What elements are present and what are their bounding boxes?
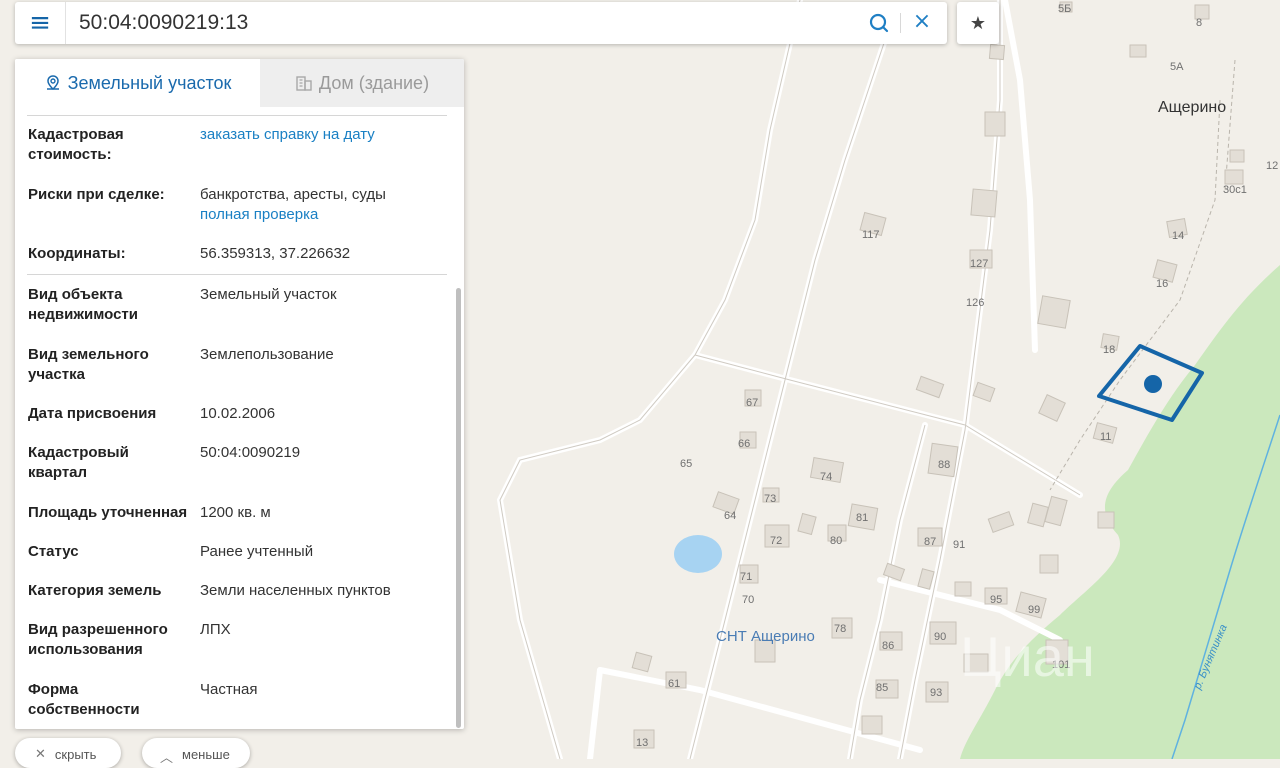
house-number-label: 95 [990, 594, 1002, 606]
house-number-label: 78 [834, 623, 846, 635]
property-panel: Земельный участок Дом (здание) Кадастров… [15, 59, 464, 729]
detail-label: Категория земель [28, 582, 162, 599]
house-number-label: 126 [966, 297, 984, 309]
detail-value: Земельный участок [200, 286, 337, 303]
house-number-label: 127 [970, 258, 988, 270]
risks-text: банкротства, аресты, суды [200, 186, 386, 203]
chevron-up-icon: ︿ [160, 751, 174, 766]
house-number-label: 80 [830, 535, 842, 547]
house-number-label: 81 [856, 512, 868, 524]
star-icon[interactable]: ★ [957, 2, 999, 44]
house-number-label: 8 [1196, 17, 1202, 29]
search-icon[interactable] [867, 11, 891, 35]
detail-label: Кадастровый квартал [28, 444, 129, 481]
house-number-label: 74 [820, 471, 832, 483]
detail-label: Статус [28, 543, 79, 560]
tab-land-plot-label: Земельный участок [67, 72, 232, 93]
tab-bar: Земельный участок Дом (здание) [15, 59, 464, 107]
house-number-label: 91 [953, 539, 965, 551]
house-number-label: 85 [876, 682, 888, 694]
hamburger-menu-icon[interactable]: ≡ [15, 2, 66, 44]
snt-label: СНТ Ащерино [716, 628, 815, 645]
detail-label: Площадь уточненная [28, 504, 188, 521]
house-number-label: 70 [742, 594, 754, 606]
order-certificate-link[interactable]: заказать справку на дату [200, 125, 450, 145]
detail-label: Вид объекта недвижимости [28, 286, 138, 323]
less-button-label: меньше [182, 747, 230, 762]
house-number-label: 66 [738, 438, 750, 450]
less-button[interactable]: ︿ меньше [142, 738, 250, 768]
map-pin-icon [46, 75, 59, 91]
house-number-label: 5А [1170, 61, 1184, 73]
detail-value: ЛПХ [200, 621, 231, 638]
detail-label: Кадастровая стоимость: [28, 126, 124, 163]
house-number-label: 61 [668, 678, 680, 690]
detail-label: Дата присвоения [28, 405, 157, 422]
search-input[interactable] [79, 9, 849, 37]
house-number-label: 87 [924, 536, 936, 548]
building-icon [296, 76, 312, 91]
detail-label: Координаты: [28, 245, 126, 262]
house-number-label: 117 [862, 229, 880, 241]
house-number-label: 71 [740, 571, 752, 583]
close-icon: ✕ [35, 747, 46, 762]
detail-value: 56.359313, 37.226632 [200, 245, 351, 262]
house-number-label: 5Б [1058, 3, 1071, 15]
search-bar: ≡ × [15, 2, 947, 44]
pond [674, 535, 722, 573]
detail-value: 1200 кв. м [200, 504, 271, 521]
detail-value: Частная [200, 681, 258, 698]
tab-house-label: Дом (здание) [318, 72, 430, 93]
detail-value: банкротства, аресты, суды полная проверк… [200, 185, 450, 225]
house-number-label: 30с1 [1223, 184, 1247, 196]
house-number-label: 16 [1156, 278, 1168, 290]
house-number-label: 65 [680, 458, 692, 470]
detail-value: 10.02.2006 [200, 405, 276, 422]
house-number-label: 12 [1266, 160, 1278, 172]
selected-plot-marker [1144, 375, 1162, 393]
house-number-label: 14 [1172, 230, 1184, 242]
divider [27, 115, 447, 116]
scrollbar[interactable] [456, 288, 461, 728]
village-label: Ащерино [1158, 99, 1226, 116]
watermark-label: Циан [960, 625, 1095, 688]
detail-value: Земли населенных пунктов [200, 582, 391, 599]
house-number-label: 99 [1028, 604, 1040, 616]
close-icon[interactable]: × [911, 10, 933, 34]
divider [27, 274, 447, 275]
detail-value: Ранее учтенный [200, 543, 314, 560]
house-number-label: 64 [724, 510, 736, 522]
house-number-label: 93 [930, 687, 942, 699]
house-number-label: 86 [882, 640, 894, 652]
hide-button[interactable]: ✕ скрыть [15, 738, 121, 768]
tab-house[interactable]: Дом (здание) [260, 59, 464, 107]
detail-label: Форма собственности [28, 681, 140, 718]
detail-label: Вид земельного участка [28, 346, 149, 383]
hide-button-label: скрыть [54, 747, 97, 762]
house-number-label: 90 [934, 631, 946, 643]
house-number-label: 67 [746, 397, 758, 409]
separator [900, 13, 901, 33]
house-number-label: 73 [764, 493, 776, 505]
detail-value: 50:04:0090219 [200, 444, 301, 461]
detail-label: Риски при сделке: [28, 186, 165, 203]
house-number-label: 11 [1100, 431, 1111, 443]
tab-land-plot[interactable]: Земельный участок [15, 59, 260, 107]
house-number-label: 88 [938, 459, 950, 471]
detail-value: Землепользование [200, 346, 334, 363]
full-check-link[interactable]: полная проверка [200, 205, 450, 225]
house-number-label: 72 [770, 535, 782, 547]
detail-label: Вид разрешенного использования [28, 621, 168, 658]
house-number-label: 18 [1103, 344, 1115, 356]
house-number-label: 13 [636, 737, 648, 749]
